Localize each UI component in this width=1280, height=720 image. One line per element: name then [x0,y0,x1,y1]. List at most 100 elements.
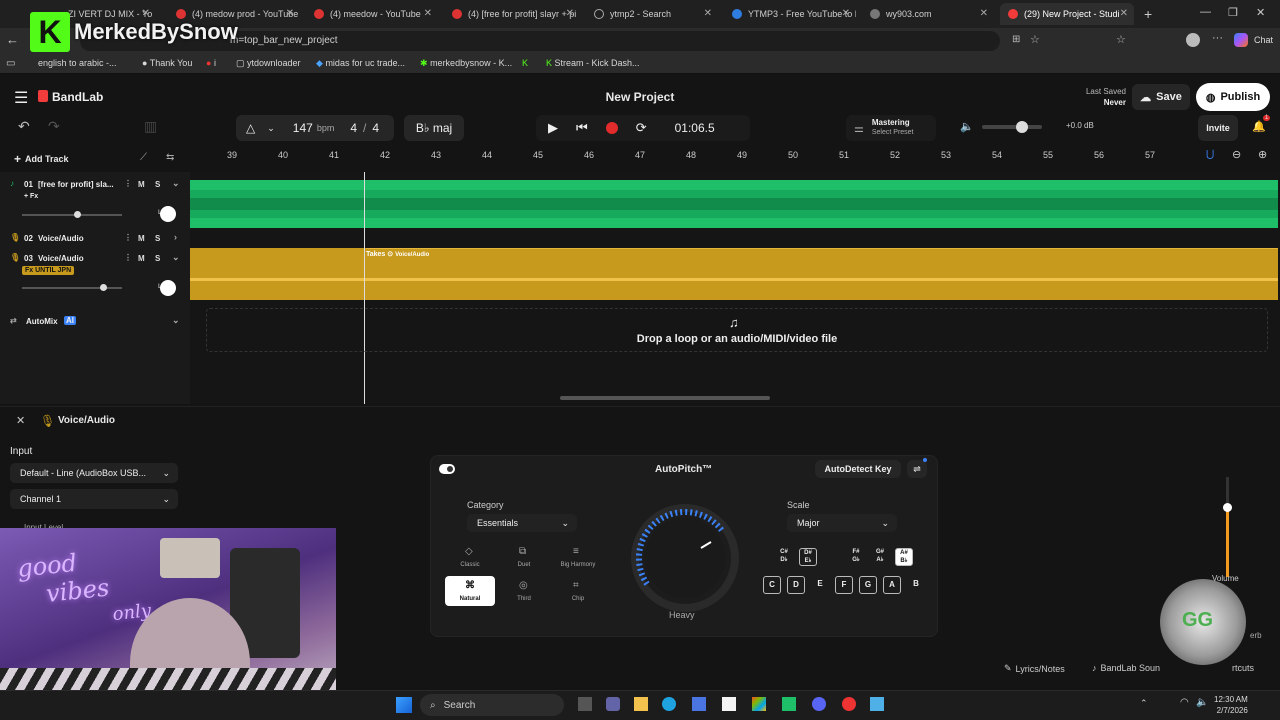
time-signature-denominator[interactable]: 4 [372,121,379,135]
star-icon[interactable]: ☆ [1030,33,1040,46]
redo-icon[interactable]: ↷ [48,118,60,135]
speaker-icon[interactable]: 🔈 [1196,697,1208,708]
bell-icon[interactable]: 🔔 [1252,120,1266,133]
track-header-01[interactable]: ♪ 01 [free for profit] sla... ⋮ M S ⌄ + … [0,172,190,228]
project-title[interactable]: New Project [560,90,720,104]
hamburger-menu-icon[interactable]: ☰ [14,88,28,108]
invite-button[interactable]: Invite [1198,115,1238,141]
browser-tab[interactable]: YTMP3 - Free YouTube to M ✕ [724,3,856,25]
category-select[interactable]: Essentials ⌄ [467,514,577,532]
wand-icon[interactable]: ⟋ [140,152,147,163]
time-signature-numerator[interactable]: 4 [350,121,357,135]
horizontal-scrollbar[interactable] [560,396,770,400]
close-panel-icon[interactable]: ✕ [16,414,25,427]
pan-knob[interactable] [160,280,176,296]
add-track-button[interactable]: + Add Track [14,152,69,166]
track-header-02[interactable]: 🎙 02 Voice/Audio ⋮ M S › [0,230,190,246]
kick-icon[interactable]: K [522,58,528,68]
bookmark-item[interactable]: english to arabic -... [38,58,117,68]
favorites-icon[interactable]: ☆ [1116,33,1126,46]
app-icon[interactable] [722,697,736,711]
key-b[interactable]: B [907,576,925,594]
key-d-sharp[interactable]: D# E♭ [799,548,817,566]
spotify-icon[interactable] [782,697,796,711]
more-icon[interactable]: ··· [1212,32,1223,44]
audio-region-track-03[interactable]: Takes ⊙ Voice/Audio [190,248,1278,300]
mute-button[interactable]: M [138,180,145,189]
audio-region-track-01[interactable] [190,180,1278,228]
more-vertical-icon[interactable]: ⋮ [124,233,132,242]
copilot-icon[interactable] [1234,33,1248,47]
loop-icon[interactable]: ⟳ [636,120,647,136]
bpm-value[interactable]: 147 [293,121,313,135]
undo-icon[interactable]: ↶ [18,118,30,135]
bookmark-item[interactable]: ▢ ytdownloader [236,58,301,69]
save-button[interactable]: ☁ Save [1132,84,1190,110]
windows-start-icon[interactable] [396,697,412,713]
bookmark-item[interactable]: ● Thank You [142,58,192,68]
track-settings-icon[interactable]: ⇆ [166,152,174,163]
browser-tab[interactable]: (4) [free for profit] slayr + pi ✕ [444,3,580,25]
apps-icon[interactable]: ▭ [6,58,15,69]
play-icon[interactable]: ▶ [548,120,558,136]
key-f-sharp[interactable]: F# G♭ [847,548,865,566]
close-icon[interactable]: ✕ [980,8,988,19]
more-vertical-icon[interactable]: ⋮ [124,253,132,262]
more-vertical-icon[interactable]: ⋮ [124,179,132,188]
chat-label[interactable]: Chat [1254,35,1273,45]
bandlab-sounds-button[interactable]: ♪ BandLab Soun [1092,663,1160,673]
pan-knob[interactable] [160,206,176,222]
key-d[interactable]: D [787,576,805,594]
chevron-down-icon[interactable]: ⌄ [267,123,275,134]
slider-thumb[interactable] [100,284,107,291]
system-clock[interactable]: 12:30 AM 2/7/2026 [1214,694,1248,716]
scale-select[interactable]: Major ⌄ [787,514,897,532]
autodetect-key-button[interactable]: AutoDetect Key [815,460,901,478]
bookmark-item[interactable]: ◆ midas for uc trade... [316,58,405,69]
fx-badge[interactable]: Fx UNTIL JPN [22,266,75,275]
master-volume-slider[interactable] [982,121,1042,133]
fader-thumb[interactable] [1223,503,1232,512]
key-c[interactable]: C [763,576,781,594]
browser-tab-active[interactable]: (29) New Project - Studi ✕ [1000,3,1134,25]
track-name[interactable]: Voice/Audio [38,254,84,263]
settings-icon[interactable]: ⇌ [907,460,927,478]
taskbar-search[interactable]: ⌕ Search [420,694,564,716]
volume-fader[interactable] [1223,477,1232,577]
key-a[interactable]: A [883,576,901,594]
browser-tab[interactable]: wy903.com ✕ [862,3,994,25]
skip-back-icon[interactable]: ⏮ [576,120,588,136]
close-icon[interactable]: ✕ [704,8,712,19]
key-a-sharp[interactable]: A# B♭ [895,548,913,566]
browser-tab[interactable]: (4) meedow - YouTube ✕ [306,3,438,25]
bookmark-item[interactable]: ✱ merkedbysnow - K... [420,58,512,69]
track-header-03[interactable]: 🎙 03 Voice/Audio ⋮ M S ⌄ Fx UNTIL JPN L [0,250,190,306]
wifi-icon[interactable]: ◠ [1180,697,1189,708]
close-icon[interactable]: ✕ [566,8,574,19]
track-volume-slider[interactable] [22,211,122,218]
effect-chip-button[interactable]: ⌗ Chip [553,576,603,606]
key-g-sharp[interactable]: G# A♭ [871,548,889,566]
mute-button[interactable]: M [138,254,145,263]
key-g[interactable]: G [859,576,877,594]
teams-icon[interactable] [606,697,620,711]
autopitch-toggle[interactable] [439,464,455,474]
track-volume-slider[interactable] [22,284,122,291]
add-fx-button[interactable]: + Fx [24,193,38,200]
solo-button[interactable]: S [155,234,160,243]
input-device-select[interactable]: Default - Line (AudioBox USB... ⌄ [10,463,178,483]
automix-row[interactable]: ⇄ AutoMix AI ⌄ [0,312,190,332]
mastering-button[interactable]: ⚌ Mastering Select Preset [846,115,936,141]
effect-third-button[interactable]: ◎ Third [499,576,549,606]
chevron-up-icon[interactable]: ⌃ [1140,698,1148,709]
browser-tab[interactable]: ytmp2 - Search ✕ [586,3,718,25]
shortcuts-button[interactable]: rtcuts [1232,663,1254,673]
mute-button[interactable]: M [138,234,145,243]
chrome-icon[interactable] [842,697,856,711]
key-c-sharp[interactable]: C# D♭ [775,548,793,566]
bookmark-item[interactable]: K Stream - Kick Dash... [546,58,640,68]
playhead[interactable] [364,172,365,404]
metronome-icon[interactable]: △ [246,121,255,135]
task-view-icon[interactable] [578,697,592,711]
discord-icon[interactable] [812,697,826,711]
